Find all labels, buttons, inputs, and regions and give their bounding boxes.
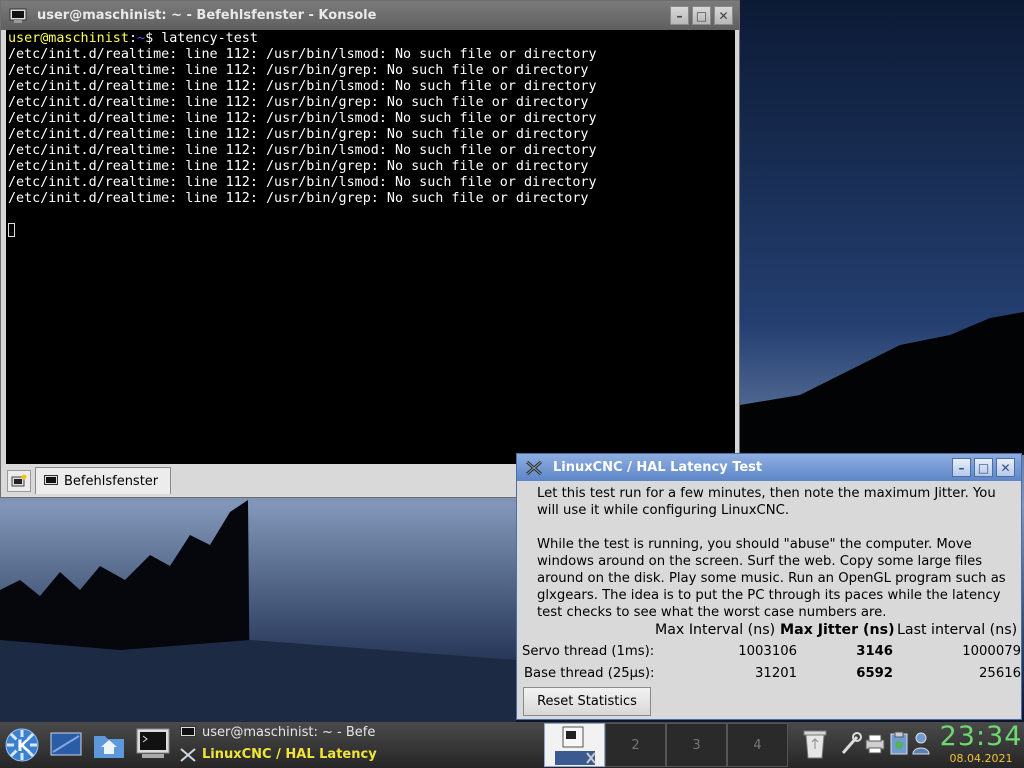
pager-desktop-3[interactable]: 3 xyxy=(666,723,727,767)
task-label: user@maschinist: ~ - Befe xyxy=(202,725,376,740)
konsole-title: user@maschinist: ~ - Befehlsfenster - Ko… xyxy=(37,8,377,23)
latency-title: LinuxCNC / HAL Latency Test xyxy=(553,460,763,475)
linuxcnc-icon xyxy=(526,460,542,475)
task-latency-test[interactable]: LinuxCNC / HAL Latency xyxy=(180,747,377,762)
table-row-base: Base thread (25µs): 31201 6592 25616 xyxy=(521,664,1021,686)
home-folder-icon xyxy=(94,736,124,758)
terminal-cursor xyxy=(8,223,15,237)
close-icon: ✕ xyxy=(718,8,729,23)
header-last-interval: Last interval (ns) xyxy=(897,622,1018,638)
maximize-icon: □ xyxy=(977,460,990,475)
terminal-icon xyxy=(44,475,58,485)
prompt-path: ~ xyxy=(137,31,146,46)
pager-desktop-2[interactable]: 2 xyxy=(605,723,666,767)
instructions-paragraph: While the test is running, you should "a… xyxy=(537,537,1006,620)
start-menu-button[interactable]: K xyxy=(4,727,40,767)
konsole-window: user@maschinist: ~ - Befehlsfenster - Ko… xyxy=(0,0,740,498)
servo-max-jitter: 3146 xyxy=(856,644,893,659)
terminal-line: /etc/init.d/realtime: line 112: /usr/bin… xyxy=(8,175,597,190)
maximize-icon: □ xyxy=(695,8,708,23)
terminal-launcher[interactable] xyxy=(136,728,170,764)
servo-last-interval: 1000079 xyxy=(962,644,1021,659)
latency-titlebar[interactable]: LinuxCNC / HAL Latency Test – □ ✕ xyxy=(517,454,1021,481)
linuxcnc-icon xyxy=(180,747,196,762)
terminal-line: /etc/init.d/realtime: line 112: /usr/bin… xyxy=(8,159,589,174)
terminal-line: /etc/init.d/realtime: line 112: /usr/bin… xyxy=(8,143,597,158)
new-tab-icon xyxy=(11,474,27,486)
tab-befehlsfenster[interactable]: Befehlsfenster xyxy=(35,467,171,494)
minimize-icon: – xyxy=(676,8,683,23)
base-max-interval: 31201 xyxy=(755,666,797,681)
terminal-icon xyxy=(136,728,170,758)
tray-printer[interactable] xyxy=(864,732,886,760)
clock[interactable]: 23:34 08.04.2021 xyxy=(938,722,1024,768)
terminal-icon xyxy=(9,8,27,23)
row-label: Servo thread (1ms): xyxy=(522,644,655,659)
terminal-line: /etc/init.d/realtime: line 112: /usr/bin… xyxy=(8,63,589,78)
header-max-jitter: Max Jitter (ns) xyxy=(780,622,895,638)
latency-description: Let this test run for a few minutes, the… xyxy=(537,485,1021,638)
tab-label: Befehlsfenster xyxy=(64,473,159,489)
tray-tools[interactable] xyxy=(840,732,862,760)
instructions-paragraph: Let this test run for a few minutes, the… xyxy=(537,486,996,518)
clock-time: 23:34 xyxy=(939,721,1023,752)
trash-button[interactable] xyxy=(802,728,828,764)
header-max-interval: Max Interval (ns) xyxy=(655,622,776,638)
latency-results-table: Max Interval (ns) Max Jitter (ns) Last i… xyxy=(521,620,1021,686)
tray-clipboard[interactable] xyxy=(888,730,910,760)
table-row-servo: Servo thread (1ms): 1003106 3146 1000079 xyxy=(521,642,1021,664)
printer-icon xyxy=(865,734,885,754)
close-icon: ✕ xyxy=(1000,460,1011,475)
taskbar: K user@maschinist: ~ - Befe LinuxCNC / H… xyxy=(0,722,1024,768)
table-header-row: Max Interval (ns) Max Jitter (ns) Last i… xyxy=(521,620,1021,642)
maximize-button[interactable]: □ xyxy=(692,6,711,25)
desktop-pager: 2 3 4 xyxy=(544,723,788,767)
pager-desktop-4[interactable]: 4 xyxy=(727,723,788,767)
klipper-icon xyxy=(890,731,908,755)
task-konsole[interactable]: user@maschinist: ~ - Befe xyxy=(180,725,375,740)
terminal-output[interactable]: user@maschinist:~$ latency-test /etc/ini… xyxy=(6,30,735,464)
row-label: Base thread (25µs): xyxy=(524,666,655,681)
close-button[interactable]: ✕ xyxy=(996,458,1015,477)
terminal-line: /etc/init.d/realtime: line 112: /usr/bin… xyxy=(8,111,597,126)
prompt-end: $ xyxy=(145,31,162,46)
show-desktop-button[interactable] xyxy=(50,730,82,762)
prompt-user: user@maschinist xyxy=(8,31,129,46)
window-thumbnail-icon xyxy=(554,726,596,765)
servo-max-interval: 1003106 xyxy=(738,644,797,659)
terminal-command: latency-test xyxy=(161,31,258,46)
kde-menu-icon: K xyxy=(5,728,39,762)
terminal-icon xyxy=(180,725,196,737)
terminal-line: /etc/init.d/realtime: line 112: /usr/bin… xyxy=(8,95,589,110)
terminal-line: /etc/init.d/realtime: line 112: /usr/bin… xyxy=(8,127,589,142)
minimize-button[interactable]: – xyxy=(670,6,689,25)
close-button[interactable]: ✕ xyxy=(714,6,733,25)
network-tools-icon xyxy=(841,732,862,754)
latency-test-window: LinuxCNC / HAL Latency Test – □ ✕ Let th… xyxy=(516,453,1022,720)
konsole-titlebar[interactable]: user@maschinist: ~ - Befehlsfenster - Ko… xyxy=(1,1,739,30)
terminal-line: /etc/init.d/realtime: line 112: /usr/bin… xyxy=(8,79,597,94)
minimize-button[interactable]: – xyxy=(952,458,971,477)
new-tab-button[interactable] xyxy=(7,469,31,492)
terminal-line: /etc/init.d/realtime: line 112: /usr/bin… xyxy=(8,191,589,206)
pager-desktop-1[interactable] xyxy=(544,723,605,767)
home-folder-button[interactable] xyxy=(92,728,126,764)
maximize-button[interactable]: □ xyxy=(974,458,993,477)
prompt-separator: : xyxy=(128,31,137,46)
tray-user[interactable] xyxy=(910,730,932,760)
trash-icon xyxy=(803,730,827,759)
show-desktop-icon xyxy=(50,732,82,756)
reset-statistics-button[interactable]: Reset Statistics xyxy=(523,687,651,716)
base-last-interval: 25616 xyxy=(979,666,1021,681)
user-switch-icon xyxy=(912,732,930,755)
minimize-icon: – xyxy=(958,460,965,475)
terminal-line: /etc/init.d/realtime: line 112: /usr/bin… xyxy=(8,47,597,62)
base-max-jitter: 6592 xyxy=(856,666,893,681)
task-label: LinuxCNC / HAL Latency xyxy=(202,747,377,762)
clock-date: 08.04.2021 xyxy=(949,752,1013,765)
svg-text:K: K xyxy=(17,736,30,755)
